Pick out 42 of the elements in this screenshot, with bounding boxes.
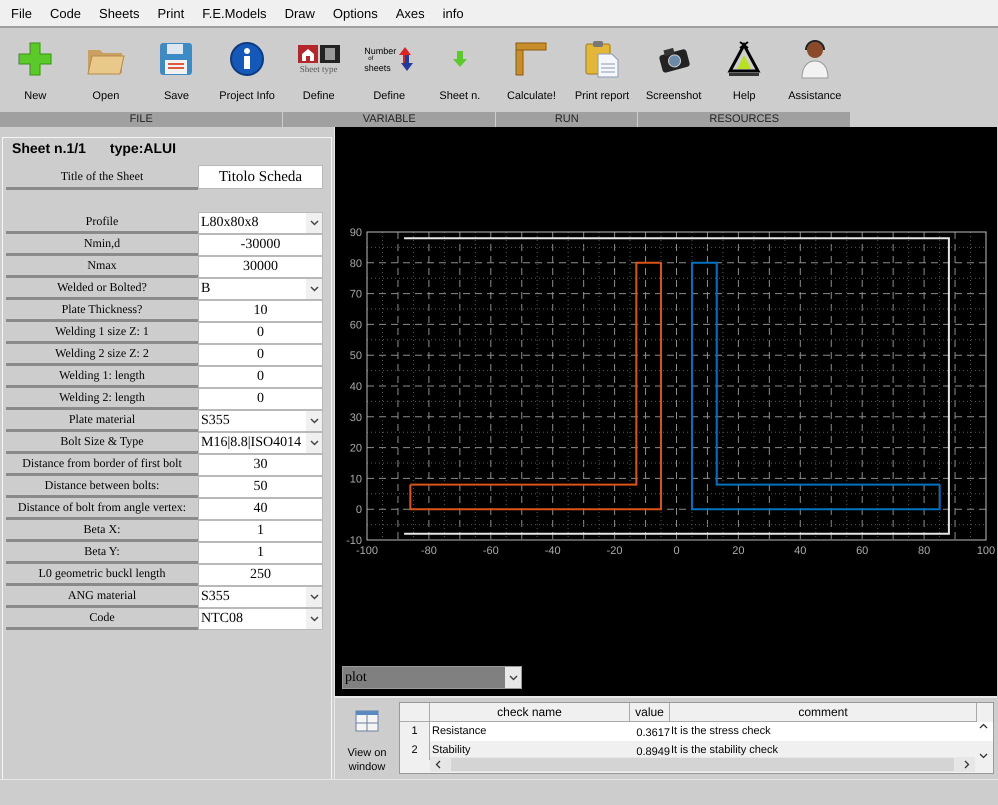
table-cell-text: 0.3617: [635, 726, 670, 741]
axis-tick-label: 60: [856, 545, 868, 557]
icon-caption: Sheet type: [300, 64, 338, 74]
axis-tick-label: -40: [544, 545, 561, 557]
table-cell-text: It is the stress check: [670, 724, 772, 739]
table-cell-text: It is the stability check: [670, 743, 779, 758]
axis-tick-label: 70: [350, 288, 362, 301]
sheet-number: Sheet n.1/1: [10, 140, 88, 156]
axis-tick-label: 90: [350, 227, 362, 239]
field-label: Code: [6, 608, 198, 630]
axis-tick-label: 10: [350, 473, 362, 486]
group-label: FILE: [0, 112, 282, 127]
axis-tick-label: 40: [350, 381, 362, 393]
axis-tick-label: -20: [606, 545, 623, 557]
axis-tick-label: 50: [350, 350, 362, 362]
axis-tick-label: 30: [350, 412, 362, 424]
row-number: 1: [400, 722, 430, 741]
axis-tick-label: 0: [673, 545, 680, 557]
axis-tick-label: 60: [350, 319, 362, 332]
axis-tick-label: -60: [482, 545, 499, 557]
axis-tick-label: 0: [356, 504, 362, 516]
group-label: VARIABLE: [283, 112, 496, 127]
column-header: value: [630, 703, 670, 722]
axis-tick-label: -10: [346, 535, 362, 547]
axis-tick-label: 80: [350, 258, 362, 270]
sheet-type: type:ALUI: [108, 140, 178, 156]
icon-caption: Number: [364, 46, 396, 56]
axis-tick-label: 40: [794, 545, 806, 557]
group-label: RESOURCES: [638, 112, 850, 127]
group-label: RUN: [496, 112, 638, 127]
table-cell-text: 0.8949: [635, 745, 670, 760]
axis-tick-label: 80: [918, 545, 930, 557]
axis-tick-label: 20: [350, 442, 362, 455]
table-cell-text: Resistance: [431, 724, 488, 739]
axis-tick-label: -100: [356, 545, 378, 557]
icon-caption: sheets: [364, 62, 391, 72]
table-cell-text: Stability: [431, 743, 472, 758]
axis-tick-label: 100: [976, 545, 996, 557]
column-header: comment: [670, 703, 977, 722]
axis-tick-label: -80: [420, 545, 437, 557]
axis-tick-label: 20: [732, 545, 745, 557]
column-header: check name: [430, 703, 630, 722]
